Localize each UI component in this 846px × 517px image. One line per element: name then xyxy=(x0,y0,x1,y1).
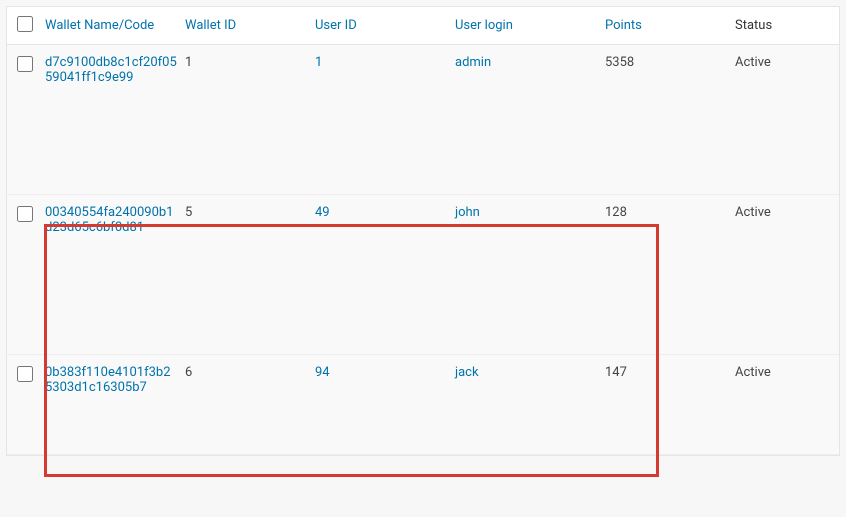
header-points[interactable]: Points xyxy=(605,18,642,33)
status-value: Active xyxy=(735,205,771,220)
select-all-checkbox[interactable] xyxy=(17,16,33,32)
row-checkbox[interactable] xyxy=(17,366,33,382)
header-user-login[interactable]: User login xyxy=(455,18,513,33)
table-row: 00340554fa240090b1d23d65c6bf0d81 5 49 jo… xyxy=(7,195,839,355)
wallet-name-link[interactable]: d7c9100db8c1cf20f0559041ff1c9e99 xyxy=(45,55,177,85)
wallet-id-value: 5 xyxy=(185,205,192,220)
user-login-link[interactable]: john xyxy=(455,205,480,220)
header-wallet-id[interactable]: Wallet ID xyxy=(185,18,236,33)
points-value: 147 xyxy=(605,365,627,380)
wallet-id-value: 1 xyxy=(185,55,192,70)
row-checkbox[interactable] xyxy=(17,56,33,72)
user-id-link[interactable]: 94 xyxy=(315,365,330,380)
header-status: Status xyxy=(735,18,772,33)
wallet-id-value: 6 xyxy=(185,365,192,380)
wallet-table: Wallet Name/Code Wallet ID User ID User … xyxy=(6,6,840,456)
points-value: 5358 xyxy=(605,55,634,70)
user-login-link[interactable]: jack xyxy=(455,365,479,380)
wallet-name-link[interactable]: 00340554fa240090b1d23d65c6bf0d81 xyxy=(45,205,173,235)
user-id-link[interactable]: 1 xyxy=(315,55,322,70)
row-checkbox[interactable] xyxy=(17,206,33,222)
table-row: 0b383f110e4101f3b25303d1c16305b7 6 94 ja… xyxy=(7,355,839,455)
status-value: Active xyxy=(735,55,771,70)
table-header-row: Wallet Name/Code Wallet ID User ID User … xyxy=(7,7,839,45)
wallet-name-link[interactable]: 0b383f110e4101f3b25303d1c16305b7 xyxy=(45,365,171,395)
header-name[interactable]: Wallet Name/Code xyxy=(45,18,154,33)
status-value: Active xyxy=(735,365,771,380)
points-value: 128 xyxy=(605,205,627,220)
user-login-link[interactable]: admin xyxy=(455,55,491,70)
user-id-link[interactable]: 49 xyxy=(315,205,330,220)
table-row: d7c9100db8c1cf20f0559041ff1c9e99 1 1 adm… xyxy=(7,45,839,195)
header-user-id[interactable]: User ID xyxy=(315,18,357,33)
